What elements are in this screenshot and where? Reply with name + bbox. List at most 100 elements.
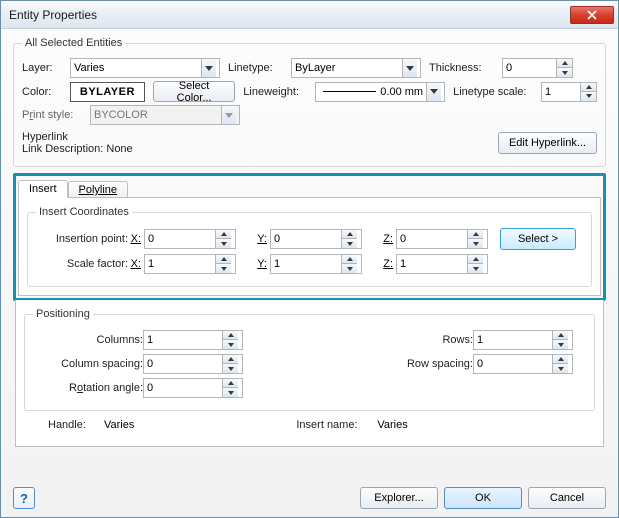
spin-up-icon[interactable] (581, 83, 596, 92)
rows-label: Rows: (363, 334, 473, 346)
cancel-button[interactable]: Cancel (528, 487, 606, 509)
thickness-spinner[interactable] (502, 58, 573, 78)
spin-down-icon[interactable] (223, 388, 238, 397)
select-button[interactable]: Select > (500, 228, 576, 250)
spin-up-icon[interactable] (223, 379, 238, 388)
rotation-input[interactable] (143, 378, 223, 398)
entity-properties-dialog: Entity Properties All Selected Entities … (0, 0, 619, 518)
col-spacing-input[interactable] (143, 354, 223, 374)
rotation-label: Rotation angle: (33, 382, 143, 394)
linetype-combo[interactable]: ByLayer (291, 58, 421, 78)
chevron-down-icon (201, 59, 216, 77)
lineweight-value: 0.00 mm (380, 86, 426, 98)
spin-down-icon[interactable] (468, 264, 483, 273)
spin-down-icon[interactable] (223, 340, 238, 349)
row-spacing-input[interactable] (473, 354, 553, 374)
spin-down-icon[interactable] (553, 340, 568, 349)
linetype-scale-spinner[interactable] (541, 82, 597, 102)
positioning-legend: Positioning (33, 308, 93, 320)
lineweight-combo[interactable]: 0.00 mm (315, 82, 445, 102)
axis-z-label: Z: (380, 233, 396, 245)
insertion-z-input[interactable] (396, 229, 468, 249)
window-title: Entity Properties (9, 8, 570, 22)
linetype-label: Linetype: (228, 62, 283, 74)
hyperlink-label: Hyperlink (22, 131, 492, 143)
spin-down-icon[interactable] (468, 239, 483, 248)
close-button[interactable] (570, 6, 614, 24)
edit-hyperlink-button[interactable]: Edit Hyperlink... (498, 132, 597, 154)
linetype-scale-input[interactable] (541, 82, 581, 102)
tab-polyline[interactable]: Polyline (68, 181, 129, 198)
tab-row: Insert Polyline (16, 176, 603, 198)
spin-down-icon[interactable] (342, 264, 357, 273)
spin-down-icon[interactable] (553, 364, 568, 373)
spin-up-icon[interactable] (553, 331, 568, 340)
hyperlink-desc: Link Description: None (22, 143, 492, 155)
insertion-point-label: Insertion point: (36, 233, 128, 245)
scale-z-input[interactable] (396, 254, 468, 274)
spin-down-icon[interactable] (342, 239, 357, 248)
linetype-value: ByLayer (295, 62, 335, 74)
lineweight-label: Lineweight: (243, 86, 307, 98)
spin-up-icon[interactable] (223, 331, 238, 340)
spin-up-icon[interactable] (468, 230, 483, 239)
print-style-combo: BYCOLOR (90, 105, 240, 125)
spin-up-icon[interactable] (557, 59, 572, 68)
spin-down-icon[interactable] (216, 264, 231, 273)
tab-panel-insert: Insert Coordinates Insertion point: X: Y… (18, 197, 601, 296)
ok-button[interactable]: OK (444, 487, 522, 509)
thickness-label: Thickness: (429, 62, 494, 74)
spin-down-icon[interactable] (216, 239, 231, 248)
layer-combo[interactable]: Varies (70, 58, 220, 78)
thickness-input[interactable] (502, 58, 557, 78)
chevron-down-icon (402, 59, 417, 77)
spin-up-icon[interactable] (216, 255, 231, 264)
spin-down-icon[interactable] (581, 92, 596, 101)
handle-label: Handle: (48, 419, 98, 431)
positioning-group: Positioning Columns: Rows: Column spacin… (24, 308, 595, 411)
spin-down-icon[interactable] (557, 68, 572, 77)
insertion-y-input[interactable] (270, 229, 342, 249)
spin-up-icon[interactable] (553, 355, 568, 364)
spin-up-icon[interactable] (468, 255, 483, 264)
dialog-footer: ? Explorer... OK Cancel (13, 487, 606, 509)
chevron-down-icon (221, 106, 236, 124)
all-selected-entities-group: All Selected Entities Layer: Varies Line… (13, 37, 606, 167)
axis-x-label: X: (128, 233, 144, 245)
spin-up-icon[interactable] (342, 230, 357, 239)
rows-input[interactable] (473, 330, 553, 350)
axis-z-label: Z: (380, 258, 396, 270)
print-style-label: Print style: (22, 109, 82, 121)
layer-label: Layer: (22, 62, 62, 74)
axis-y-label: Y: (254, 233, 270, 245)
close-icon (587, 10, 597, 20)
scale-factor-label: Scale factor: (36, 258, 128, 270)
insertion-x-input[interactable] (144, 229, 216, 249)
spin-up-icon[interactable] (342, 255, 357, 264)
highlighted-region: Insert Polyline Insert Coordinates Inser… (13, 173, 606, 301)
explorer-button[interactable]: Explorer... (360, 487, 438, 509)
handle-value: Varies (104, 419, 134, 431)
columns-input[interactable] (143, 330, 223, 350)
color-label: Color: (22, 86, 62, 98)
linetype-scale-label: Linetype scale: (453, 86, 533, 98)
print-style-value: BYCOLOR (94, 109, 148, 121)
select-color-button[interactable]: Select Color... (153, 81, 235, 102)
titlebar: Entity Properties (1, 1, 618, 29)
help-button[interactable]: ? (13, 487, 35, 509)
color-swatch: BYLAYER (70, 82, 145, 102)
scale-x-input[interactable] (144, 254, 216, 274)
all-selected-legend: All Selected Entities (22, 37, 125, 49)
insert-name-value: Varies (377, 419, 407, 431)
col-spacing-label: Column spacing: (33, 358, 143, 370)
axis-x-label: X: (128, 258, 144, 270)
row-spacing-label: Row spacing: (363, 358, 473, 370)
insert-coordinates-group: Insert Coordinates Insertion point: X: Y… (27, 206, 592, 287)
tab-insert[interactable]: Insert (18, 180, 68, 198)
spin-down-icon[interactable] (223, 364, 238, 373)
scale-y-input[interactable] (270, 254, 342, 274)
spin-up-icon[interactable] (216, 230, 231, 239)
axis-y-label: Y: (254, 258, 270, 270)
chevron-down-icon (426, 83, 441, 101)
spin-up-icon[interactable] (223, 355, 238, 364)
